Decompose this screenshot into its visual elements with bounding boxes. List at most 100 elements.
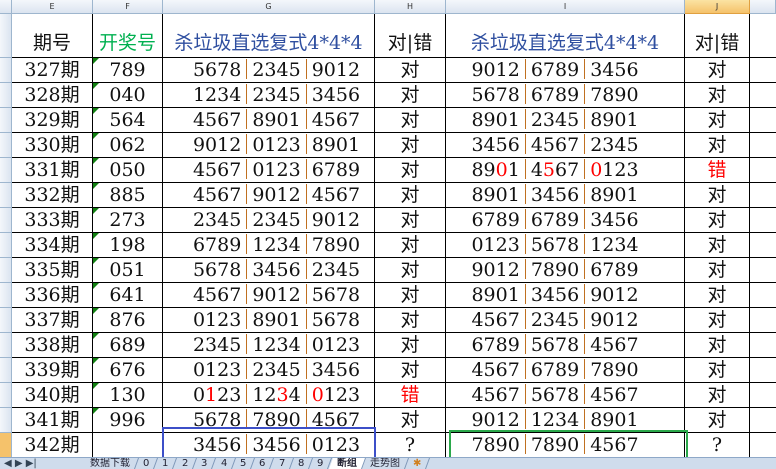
kill-g-cell[interactable]: 4567 0123 6789 bbox=[163, 158, 375, 183]
result-j-cell[interactable]: 对 bbox=[685, 333, 750, 358]
kill-i-cell[interactable]: 5678 6789 7890 bbox=[446, 83, 685, 108]
period-cell[interactable]: 332期 bbox=[12, 183, 93, 208]
draw-number-cell[interactable]: 564 bbox=[93, 108, 163, 133]
kill-i-cell[interactable]: 8901 4567 0123 bbox=[446, 158, 685, 183]
result-h-cell[interactable]: 对 bbox=[375, 58, 446, 83]
draw-number-cell[interactable]: 689 bbox=[93, 333, 163, 358]
kill-i-cell[interactable]: 8901 3456 9012 bbox=[446, 283, 685, 308]
kill-g-cell[interactable]: 6789 1234 7890 bbox=[163, 233, 375, 258]
result-j-cell[interactable]: 对 bbox=[685, 308, 750, 333]
draw-number-cell[interactable]: 885 bbox=[93, 183, 163, 208]
result-j-cell[interactable]: 对 bbox=[685, 383, 750, 408]
column-header-I[interactable]: I bbox=[446, 0, 685, 14]
row-header[interactable] bbox=[0, 333, 12, 358]
kill-i-cell[interactable]: 0123 5678 1234 bbox=[446, 233, 685, 258]
result-h-cell[interactable]: 对 bbox=[375, 83, 446, 108]
row-header[interactable] bbox=[0, 133, 12, 158]
empty-cell[interactable] bbox=[750, 83, 776, 108]
period-cell[interactable]: 333期 bbox=[12, 208, 93, 233]
result-j-cell[interactable]: 对 bbox=[685, 83, 750, 108]
kill-i-cell[interactable]: 8901 3456 8901 bbox=[446, 183, 685, 208]
period-cell[interactable]: 342期 bbox=[12, 433, 93, 458]
kill-i-cell[interactable]: 9012 6789 3456 bbox=[446, 58, 685, 83]
row-header[interactable] bbox=[0, 208, 12, 233]
result-h-cell[interactable]: 对 bbox=[375, 358, 446, 383]
period-cell[interactable]: 341期 bbox=[12, 408, 93, 433]
row-header[interactable] bbox=[0, 258, 12, 283]
kill-g-cell[interactable]: 1234 2345 3456 bbox=[163, 83, 375, 108]
empty-cell[interactable] bbox=[750, 58, 776, 83]
draw-number-cell[interactable]: 996 bbox=[93, 408, 163, 433]
empty-cell[interactable] bbox=[750, 183, 776, 208]
draw-number-cell[interactable]: 676 bbox=[93, 358, 163, 383]
kill-g-cell[interactable]: 4567 9012 4567 bbox=[163, 183, 375, 208]
result-h-cell[interactable]: 对 bbox=[375, 208, 446, 233]
column-header-H[interactable]: H bbox=[375, 0, 446, 14]
draw-number-cell[interactable]: 051 bbox=[93, 258, 163, 283]
empty-cell[interactable] bbox=[750, 233, 776, 258]
empty-cell[interactable] bbox=[750, 108, 776, 133]
row-header[interactable] bbox=[0, 408, 12, 433]
row-header[interactable] bbox=[0, 183, 12, 208]
kill-g-cell[interactable]: 9012 0123 8901 bbox=[163, 133, 375, 158]
row-header[interactable] bbox=[0, 283, 12, 308]
row-header[interactable] bbox=[0, 58, 12, 83]
result-h-cell[interactable]: 错 bbox=[375, 383, 446, 408]
result-h-cell[interactable]: 对 bbox=[375, 133, 446, 158]
kill-i-cell[interactable]: 4567 6789 7890 bbox=[446, 358, 685, 383]
result-j-cell[interactable]: 错 bbox=[685, 158, 750, 183]
empty-cell[interactable] bbox=[750, 383, 776, 408]
period-cell[interactable]: 328期 bbox=[12, 83, 93, 108]
draw-number-cell[interactable] bbox=[93, 433, 163, 458]
column-header-next[interactable] bbox=[750, 0, 776, 14]
result-j-cell[interactable]: 对 bbox=[685, 133, 750, 158]
period-cell[interactable]: 329期 bbox=[12, 108, 93, 133]
period-cell[interactable]: 339期 bbox=[12, 358, 93, 383]
period-cell[interactable]: 327期 bbox=[12, 58, 93, 83]
empty-cell[interactable] bbox=[750, 133, 776, 158]
result-j-cell[interactable]: 对 bbox=[685, 233, 750, 258]
kill-g-cell[interactable]: 0123 8901 5678 bbox=[163, 308, 375, 333]
row-header[interactable] bbox=[0, 383, 12, 408]
period-cell[interactable]: 340期 bbox=[12, 383, 93, 408]
empty-cell[interactable] bbox=[750, 408, 776, 433]
row-header[interactable] bbox=[0, 233, 12, 258]
kill-g-cell[interactable]: 2345 2345 9012 bbox=[163, 208, 375, 233]
period-cell[interactable]: 335期 bbox=[12, 258, 93, 283]
period-cell[interactable]: 338期 bbox=[12, 333, 93, 358]
kill-g-cell[interactable]: 5678 2345 9012 bbox=[163, 58, 375, 83]
result-h-cell[interactable]: 对 bbox=[375, 333, 446, 358]
result-j-cell[interactable]: 对 bbox=[685, 408, 750, 433]
row-header[interactable] bbox=[0, 108, 12, 133]
result-j-cell[interactable]: 对 bbox=[685, 108, 750, 133]
row-header[interactable] bbox=[0, 158, 12, 183]
result-h-cell[interactable]: 对 bbox=[375, 283, 446, 308]
draw-number-cell[interactable]: 050 bbox=[93, 158, 163, 183]
draw-number-cell[interactable]: 198 bbox=[93, 233, 163, 258]
kill-g-cell[interactable]: 0123 2345 3456 bbox=[163, 358, 375, 383]
result-j-cell[interactable]: 对 bbox=[685, 58, 750, 83]
kill-i-cell[interactable]: 8901 2345 8901 bbox=[446, 108, 685, 133]
kill-i-cell[interactable]: 6789 5678 4567 bbox=[446, 333, 685, 358]
draw-number-cell[interactable]: 789 bbox=[93, 58, 163, 83]
column-header-J[interactable]: J bbox=[685, 0, 750, 14]
result-j-cell[interactable]: ? bbox=[685, 433, 750, 458]
insert-sheet-icon[interactable]: ✱ bbox=[404, 458, 431, 469]
empty-cell[interactable] bbox=[750, 433, 776, 458]
empty-cell[interactable] bbox=[750, 333, 776, 358]
kill-g-cell[interactable]: 0123 1234 0123 bbox=[163, 383, 375, 408]
sheet-tab[interactable]: 断组 bbox=[328, 458, 366, 469]
kill-g-cell[interactable]: 5678 3456 2345 bbox=[163, 258, 375, 283]
result-j-cell[interactable]: 对 bbox=[685, 258, 750, 283]
kill-i-cell[interactable]: 3456 4567 2345 bbox=[446, 133, 685, 158]
draw-number-cell[interactable]: 273 bbox=[93, 208, 163, 233]
period-cell[interactable]: 330期 bbox=[12, 133, 93, 158]
result-h-cell[interactable]: 对 bbox=[375, 183, 446, 208]
kill-i-cell[interactable]: 4567 2345 9012 bbox=[446, 308, 685, 333]
result-j-cell[interactable]: 对 bbox=[685, 208, 750, 233]
kill-g-cell[interactable]: 4567 9012 5678 bbox=[163, 283, 375, 308]
result-j-cell[interactable]: 对 bbox=[685, 358, 750, 383]
kill-g-cell[interactable]: 4567 8901 4567 bbox=[163, 108, 375, 133]
empty-cell[interactable] bbox=[750, 158, 776, 183]
period-cell[interactable]: 334期 bbox=[12, 233, 93, 258]
